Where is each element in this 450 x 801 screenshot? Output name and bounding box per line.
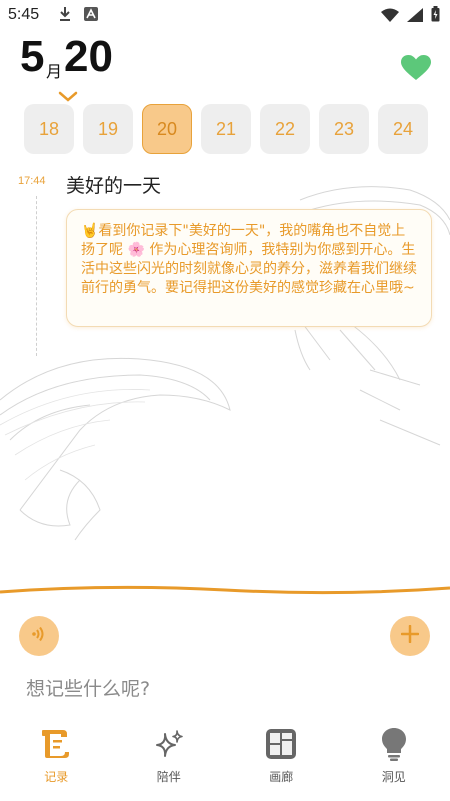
wifi-icon	[381, 7, 399, 26]
nav-label-journal: 记录	[44, 770, 69, 784]
timeline-line	[36, 196, 37, 356]
voice-button[interactable]	[19, 616, 59, 656]
nav-item-insight[interactable]: 洞见	[338, 722, 450, 801]
month-unit: 月	[46, 62, 63, 81]
gallery-icon	[263, 726, 299, 762]
voice-icon	[31, 626, 47, 646]
bottom-nav: 记录 陪伴 画廊 洞见	[0, 722, 450, 801]
nav-item-gallery[interactable]: 画廊	[225, 722, 338, 801]
status-time: 5:45	[8, 6, 40, 23]
lightbulb-icon	[376, 726, 412, 762]
nav-label-insight: 洞见	[381, 770, 406, 784]
nav-item-journal[interactable]: 记录	[0, 722, 113, 801]
nav-label-companion: 陪伴	[156, 770, 181, 784]
heart-icon[interactable]	[401, 55, 431, 85]
download-icon	[58, 6, 72, 26]
status-bar: 5:45	[0, 0, 450, 30]
day-chip-selected[interactable]: 20	[142, 104, 192, 154]
nav-label-gallery: 画廊	[269, 770, 294, 784]
day-chip[interactable]: 21	[201, 104, 251, 154]
journal-icon	[38, 726, 74, 762]
entry-time: 17:44	[18, 175, 46, 187]
day-selector: 18 19 20 21 22 23 24	[24, 104, 428, 154]
day-chip[interactable]: 19	[83, 104, 133, 154]
sparkle-icon	[151, 726, 187, 762]
entry-title[interactable]: 美好的一天	[66, 171, 161, 198]
month-number: 5	[20, 32, 45, 81]
day-chip[interactable]: 22	[260, 104, 310, 154]
day-chip[interactable]: 18	[24, 104, 74, 154]
add-entry-button[interactable]	[390, 616, 430, 656]
signal-icon	[407, 7, 423, 26]
day-chip[interactable]: 23	[319, 104, 369, 154]
wave-divider	[0, 585, 450, 595]
journal-input[interactable]: 想记些什么呢?	[26, 674, 150, 701]
nav-item-companion[interactable]: 陪伴	[113, 722, 226, 801]
ai-reply-card[interactable]: 🤘看到你记录下"美好的一天"，我的嘴角也不自觉上扬了呢 🌸 作为心理咨询师，我特…	[66, 209, 432, 327]
ai-reply-text: 🤘看到你记录下"美好的一天"，我的嘴角也不自觉上扬了呢 🌸 作为心理咨询师，我特…	[81, 223, 417, 296]
battery-icon	[431, 6, 440, 26]
plus-icon	[400, 624, 420, 647]
day-chip[interactable]: 24	[378, 104, 428, 154]
date-number: 20	[64, 32, 113, 81]
a-icon	[84, 6, 98, 25]
